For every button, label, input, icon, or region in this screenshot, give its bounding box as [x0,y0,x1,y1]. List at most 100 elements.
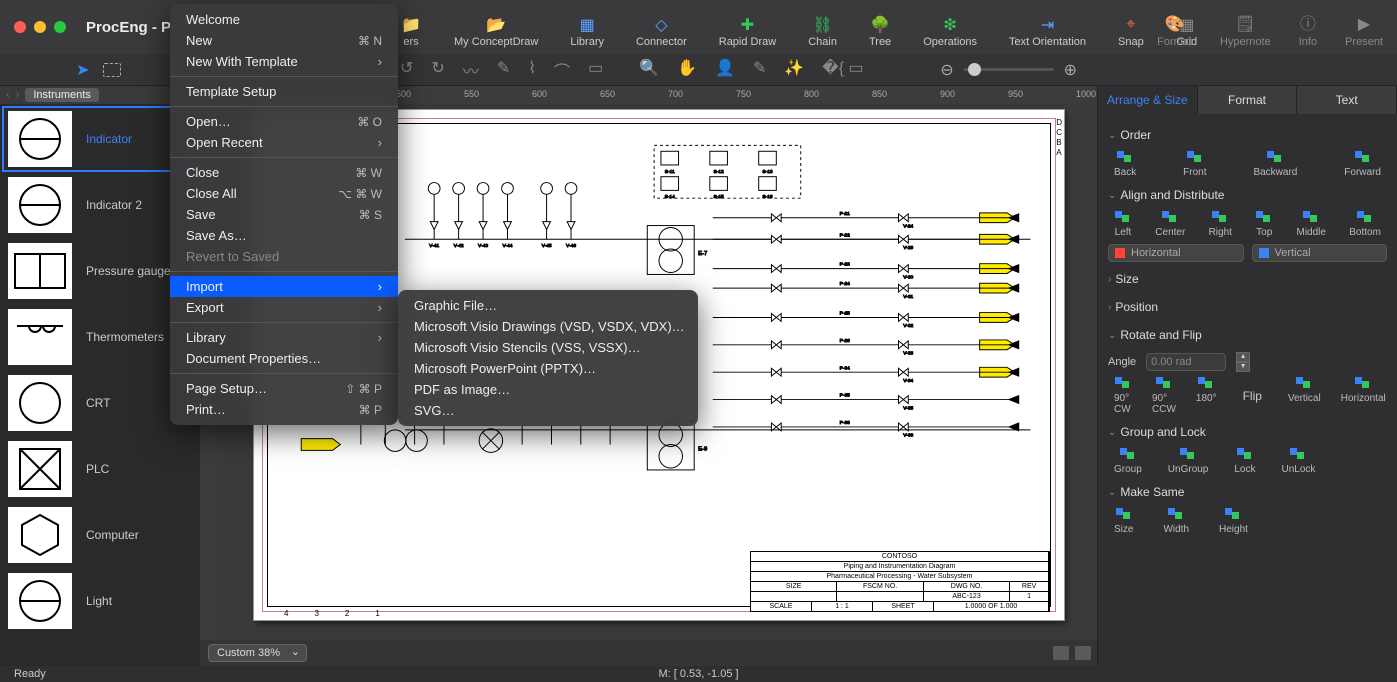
distribute-h-select[interactable]: Horizontal [1108,244,1244,262]
menu-library[interactable]: Library [170,327,398,348]
toolbar-connector[interactable]: ◇Connector [636,16,687,48]
order-front[interactable]: Front [1183,150,1206,178]
same-width[interactable]: Width [1163,507,1189,535]
toolbar-hypernote[interactable]: 🗒Hypernote [1220,14,1271,48]
menu-export[interactable]: Export [170,297,398,318]
zoom-out-icon[interactable]: ⊖ [940,60,953,80]
angle-stepper[interactable]: ▲▼ [1236,352,1250,372]
toolbar-chain[interactable]: ⛓Chain [808,16,837,48]
align-center[interactable]: Center [1155,210,1185,238]
menu-pdf-as-image-[interactable]: PDF as Image… [398,379,698,400]
zoom-select[interactable]: Custom 38% [208,644,307,662]
tool-icon-4[interactable]: ⌇ [528,58,536,82]
chevron-left-icon[interactable]: ‹ [6,89,10,101]
menu-import[interactable]: Import [170,276,398,297]
toolbar-rapid-draw[interactable]: ✚Rapid Draw [719,16,776,48]
section-order[interactable]: Order [1108,124,1387,146]
tab-format[interactable]: Format [1198,86,1298,114]
menu-microsoft-powerpoint-pptx-[interactable]: Microsoft PowerPoint (PPTX)… [398,358,698,379]
align-right[interactable]: Right [1209,210,1232,238]
shape-light[interactable]: Light [2,568,198,634]
shape-pressure-gauges[interactable]: Pressure gauges [2,238,198,304]
chevron-right-icon[interactable]: › [16,89,20,101]
menu-welcome[interactable]: Welcome [170,9,398,30]
menu-print-[interactable]: Print…⌘ P [170,399,398,420]
shape-plc[interactable]: PLC [2,436,198,502]
shape-indicator-2[interactable]: Indicator 2 [2,172,198,238]
toolbar-snap[interactable]: ⌖Snap [1118,16,1144,48]
shape-indicator[interactable]: Indicator [2,106,198,172]
tool-icon-1[interactable]: ↻ [431,58,444,82]
distribute-v-select[interactable]: Vertical [1252,244,1388,262]
toolbar-format[interactable]: 🎨Format [1157,14,1192,48]
footer-icon-1[interactable] [1053,646,1069,660]
menu-new[interactable]: New⌘ N [170,30,398,51]
section-rotate[interactable]: Rotate and Flip [1108,324,1387,346]
tab-text[interactable]: Text [1297,86,1397,114]
toolbar-library[interactable]: ▦Library [570,16,604,48]
shape-crt[interactable]: CRT [2,370,198,436]
group-group[interactable]: Group [1114,447,1142,475]
flip-horizontal[interactable]: Horizontal [1341,376,1386,415]
align-middle[interactable]: Middle [1297,210,1326,238]
tool-icon-11[interactable]: ✎ [753,58,766,82]
zoom-in-icon[interactable]: ⊕ [1064,60,1077,80]
minimize-window-icon[interactable] [34,21,46,33]
section-align[interactable]: Align and Distribute [1108,184,1387,206]
menu-template-setup[interactable]: Template Setup [170,81,398,102]
align-left[interactable]: Left [1114,210,1132,238]
tool-icon-10[interactable]: 👤 [715,58,735,82]
menu-open-recent[interactable]: Open Recent [170,132,398,153]
tool-icon-13[interactable]: �{ ▭ [822,58,863,82]
menu-save-as-[interactable]: Save As… [170,225,398,246]
menu-close-all[interactable]: Close All⌥ ⌘ W [170,183,398,204]
tool-icon-8[interactable]: 🔍 [639,58,659,82]
order-backward[interactable]: Backward [1253,150,1297,178]
toolbar-tree[interactable]: 🌳Tree [869,16,891,48]
menu-microsoft-visio-stencils-vss-vssx-[interactable]: Microsoft Visio Stencils (VSS, VSSX)… [398,337,698,358]
tool-icon-0[interactable]: ↺ [400,58,413,82]
tool-icon-2[interactable]: 〰 [463,58,479,82]
toolbar-text-orientation[interactable]: ⇥Text Orientation [1009,16,1086,48]
align-bottom[interactable]: Bottom [1349,210,1381,238]
group-ungroup[interactable]: UnGroup [1168,447,1209,475]
menu-microsoft-visio-drawings-vsd-vsdx-vdx-[interactable]: Microsoft Visio Drawings (VSD, VSDX, VDX… [398,316,698,337]
rotate-180-[interactable]: 180° [1196,376,1217,415]
order-forward[interactable]: Forward [1344,150,1381,178]
rotate-90-ccw[interactable]: 90° CCW [1152,376,1176,415]
rotate-90-cw[interactable]: 90° CW [1114,376,1132,415]
pointer-tool-icon[interactable]: ➤ [76,60,89,80]
toolbar-info[interactable]: ⓘInfo [1299,10,1317,48]
toolbar-my-conceptdraw[interactable]: 📂My ConceptDraw [454,16,538,48]
flip-vertical[interactable]: Vertical [1288,376,1321,415]
zoom-window-icon[interactable] [54,21,66,33]
menu-document-properties-[interactable]: Document Properties… [170,348,398,369]
toolbar-operations[interactable]: ❇Operations [923,16,977,48]
import-submenu[interactable]: Graphic File…Microsoft Visio Drawings (V… [398,290,698,426]
menu-graphic-file-[interactable]: Graphic File… [398,295,698,316]
same-height[interactable]: Height [1219,507,1248,535]
tab-arrange[interactable]: Arrange & Size [1098,86,1198,114]
tool-icon-6[interactable]: ▭ [588,58,603,82]
tool-icon-12[interactable]: ✨ [784,58,804,82]
section-same[interactable]: Make Same [1108,481,1387,503]
toolbar-present[interactable]: ▶Present [1345,14,1383,48]
align-top[interactable]: Top [1255,210,1273,238]
footer-icon-2[interactable] [1075,646,1091,660]
menu-close[interactable]: Close⌘ W [170,162,398,183]
shape-computer[interactable]: Computer [2,502,198,568]
toolbar-ers[interactable]: 📁ers [400,16,422,48]
order-back[interactable]: Back [1114,150,1136,178]
section-group[interactable]: Group and Lock [1108,421,1387,443]
menu-save[interactable]: Save⌘ S [170,204,398,225]
group-lock[interactable]: Lock [1234,447,1255,475]
menu-new-with-template[interactable]: New With Template [170,51,398,72]
tool-icon-3[interactable]: ✎ [497,58,510,82]
file-menu[interactable]: WelcomeNew⌘ NNew With Template Template S… [170,4,398,425]
menu-open-[interactable]: Open…⌘ O [170,111,398,132]
same-size[interactable]: Size [1114,507,1133,535]
shape-thermometers[interactable]: Thermometers [2,304,198,370]
tool-icon-9[interactable]: ✋ [677,58,697,82]
tool-icon-5[interactable]: ⌒ [554,58,570,82]
section-position[interactable]: Position [1108,296,1387,318]
